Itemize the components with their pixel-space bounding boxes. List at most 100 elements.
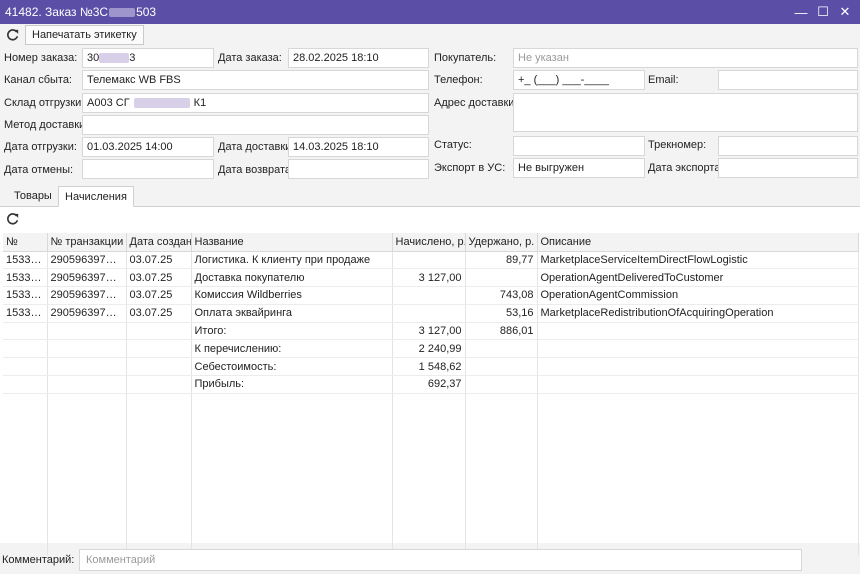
- cell-accrued: [392, 251, 466, 270]
- ship-date-field[interactable]: 01.03.2025 14:00: [82, 137, 214, 157]
- maximize-icon[interactable]: ☐: [812, 4, 834, 20]
- cell-accrued: [392, 304, 466, 323]
- cell-transaction: [47, 357, 127, 377]
- tab-goods[interactable]: Товары: [8, 186, 58, 207]
- cell-description: OperationAgentDeliveredToCustomer: [537, 268, 859, 288]
- cell-id: 1533036: [3, 251, 48, 270]
- channel-field[interactable]: Телемакс WB FBS: [82, 70, 429, 90]
- order-number-field[interactable]: 30 3: [82, 48, 214, 68]
- window-title-prefix: 41482. Заказ №3С: [5, 5, 109, 19]
- warehouse-field[interactable]: А003 СГ К1: [82, 93, 429, 113]
- summary-row-cost: Себестоимость: 1 548,62: [3, 357, 859, 377]
- cell-description: OperationAgentCommission: [537, 286, 859, 305]
- column-header[interactable]: Удержано, р.: [465, 233, 538, 252]
- cell-date: 03.07.25: [126, 286, 192, 305]
- column-header[interactable]: Название: [191, 233, 393, 252]
- cell-description: [537, 322, 859, 341]
- print-label-button[interactable]: Напечатать этикетку: [25, 25, 144, 45]
- title-bar: 41482. Заказ №3С 503 — ☐ ✕: [0, 0, 860, 24]
- email-field[interactable]: [718, 70, 858, 90]
- redacted-mark: [133, 98, 190, 109]
- window-controls: — ☐ ✕: [790, 0, 856, 24]
- delivery-address-field[interactable]: [513, 93, 858, 132]
- cell-id: [3, 322, 48, 341]
- refresh-icon[interactable]: [2, 209, 22, 229]
- window-title-suffix: 503: [136, 5, 157, 19]
- cell-withheld: [465, 339, 538, 359]
- delivery-date-label: Дата доставки:: [218, 141, 295, 153]
- return-date-field[interactable]: [288, 159, 429, 179]
- cell-name: Итого:: [191, 322, 393, 341]
- column-header[interactable]: №: [3, 233, 48, 252]
- table-row[interactable]: 1533038 2905963974646... 03.07.25 Комисс…: [3, 286, 859, 305]
- cell-date: [126, 339, 192, 359]
- cell-id: 1533039: [3, 304, 48, 323]
- comment-field[interactable]: Комментарий: [79, 549, 802, 571]
- cell-description: MarketplaceServiceItemDirectFlowLogistic: [537, 251, 859, 270]
- order-number-suffix: 3: [129, 52, 136, 64]
- buyer-field[interactable]: Не указан: [513, 48, 858, 68]
- minimize-icon[interactable]: —: [790, 5, 812, 20]
- cell-withheld: [465, 375, 538, 394]
- tracking-field[interactable]: [718, 136, 858, 156]
- table-row[interactable]: 1533039 2905963974646... 03.07.25 Оплата…: [3, 304, 859, 323]
- status-label: Статус:: [434, 139, 472, 151]
- table-row[interactable]: 1533037 2905963974646... 03.07.25 Достав…: [3, 268, 859, 288]
- accruals-table: № № транзакции Дата создан... Название Н…: [3, 233, 859, 556]
- cell-withheld: [465, 268, 538, 288]
- delivery-method-field[interactable]: [82, 115, 429, 135]
- table-header-row: № № транзакции Дата создан... Название Н…: [3, 233, 859, 252]
- cell-withheld: 89,77: [465, 251, 538, 270]
- cell-accrued: 1 548,62: [392, 357, 466, 377]
- cell-withheld: 53,16: [465, 304, 538, 323]
- cell-accrued: 692,37: [392, 375, 466, 394]
- tab-accruals[interactable]: Начисления: [58, 186, 134, 207]
- email-label: Email:: [648, 74, 679, 86]
- redacted-mark: [109, 8, 136, 18]
- table-filler: [3, 393, 859, 556]
- column-header[interactable]: Начислено, р.: [392, 233, 466, 252]
- cell-transaction: [47, 322, 127, 341]
- cell-description: [537, 375, 859, 394]
- delivery-date-field[interactable]: 14.03.2025 18:10: [288, 137, 429, 157]
- cell-date: 03.07.25: [126, 268, 192, 288]
- cell-description: [537, 339, 859, 359]
- export-date-field[interactable]: [718, 158, 858, 178]
- cell-id: [3, 357, 48, 377]
- cell-description: [537, 357, 859, 377]
- comment-label: Комментарий:: [2, 554, 75, 566]
- cell-transaction: 2905963974645: [47, 251, 127, 270]
- close-icon[interactable]: ✕: [834, 4, 856, 20]
- cell-id: 1533038: [3, 286, 48, 305]
- cell-transaction: 2905963974646...: [47, 304, 127, 323]
- cell-accrued: 2 240,99: [392, 339, 466, 359]
- cell-transaction: 2905963974646...: [47, 268, 127, 288]
- column-header[interactable]: Описание: [537, 233, 859, 252]
- cell-name: Комиссия Wildberries: [191, 286, 393, 305]
- refresh-icon[interactable]: [2, 25, 22, 45]
- tracking-label: Трекномер:: [648, 139, 707, 151]
- table-row[interactable]: 1533036 2905963974645 03.07.25 Логистика…: [3, 251, 859, 270]
- panel-toolbar: [0, 207, 860, 231]
- cell-date: [126, 357, 192, 377]
- cell-name: Прибыль:: [191, 375, 393, 394]
- column-header[interactable]: № транзакции: [47, 233, 127, 252]
- cell-name: Оплата эквайринга: [191, 304, 393, 323]
- redacted-mark: [99, 53, 130, 64]
- phone-label: Телефон:: [434, 74, 483, 86]
- cancel-date-field[interactable]: [82, 159, 214, 179]
- order-date-label: Дата заказа:: [218, 52, 282, 64]
- status-field[interactable]: [513, 136, 645, 156]
- order-date-field[interactable]: 28.02.2025 18:10: [288, 48, 429, 68]
- cell-withheld: 743,08: [465, 286, 538, 305]
- export-us-field[interactable]: Не выгружен: [513, 158, 645, 178]
- cell-date: [126, 322, 192, 341]
- buyer-label: Покупатель:: [434, 52, 497, 64]
- column-header[interactable]: Дата создан...: [126, 233, 192, 252]
- phone-field[interactable]: +_ (___) ___-____: [513, 70, 645, 90]
- cell-name: Доставка покупателю: [191, 268, 393, 288]
- cell-description: MarketplaceRedistributionOfAcquiringOper…: [537, 304, 859, 323]
- warehouse-suffix: К1: [193, 97, 207, 109]
- ship-date-label: Дата отгрузки:: [4, 141, 77, 153]
- export-us-label: Экспорт в УС:: [434, 162, 506, 174]
